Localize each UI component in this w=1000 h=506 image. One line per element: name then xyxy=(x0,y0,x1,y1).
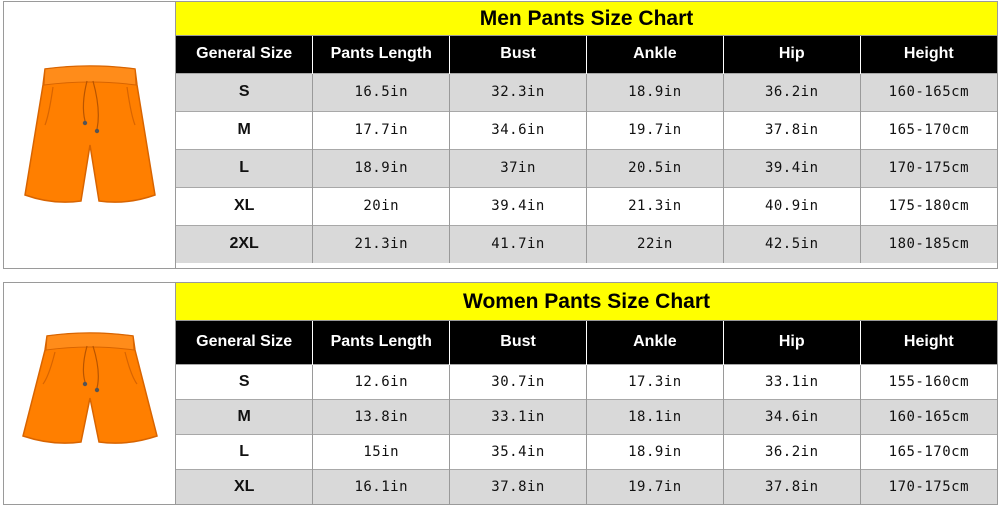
women-size-chart: Women Pants Size Chart General Size Pant… xyxy=(3,282,998,505)
bust-cell: 39.4in xyxy=(449,186,587,225)
height-cell: 180-185cm xyxy=(860,224,997,263)
ankle-cell: 17.3in xyxy=(586,363,724,399)
size-cell: XL xyxy=(176,468,314,504)
bust-cell: 35.4in xyxy=(449,433,587,469)
header-pants-length: Pants Length xyxy=(312,36,451,73)
table-row: XL 16.1in 37.8in 19.7in 37.8in 170-175cm xyxy=(176,468,997,504)
table-row: S 12.6in 30.7in 17.3in 33.1in 155-160cm xyxy=(176,363,997,399)
orange-shorts-icon xyxy=(21,331,158,444)
men-size-table: General Size Pants Length Bust Ankle Hip… xyxy=(176,36,997,263)
pants-length-cell: 13.8in xyxy=(312,398,451,434)
table-header-row: General Size Pants Length Bust Ankle Hip… xyxy=(176,36,997,73)
hip-cell: 39.4in xyxy=(723,148,861,187)
men-size-chart: Men Pants Size Chart General Size Pants … xyxy=(3,1,998,269)
table-row: S 16.5in 32.3in 18.9in 36.2in 160-165cm xyxy=(176,72,997,111)
table-row: L 18.9in 37in 20.5in 39.4in 170-175cm xyxy=(176,148,997,187)
ankle-cell: 18.9in xyxy=(586,72,724,111)
header-bust: Bust xyxy=(449,36,587,73)
header-pants-length: Pants Length xyxy=(312,321,451,364)
size-cell: M xyxy=(176,110,314,149)
height-cell: 165-170cm xyxy=(860,110,997,149)
pants-length-cell: 18.9in xyxy=(312,148,451,187)
bust-cell: 37.8in xyxy=(449,468,587,504)
pants-length-cell: 15in xyxy=(312,433,451,469)
hip-cell: 40.9in xyxy=(723,186,861,225)
hip-cell: 42.5in xyxy=(723,224,861,263)
hip-cell: 37.8in xyxy=(723,110,861,149)
pants-length-cell: 17.7in xyxy=(312,110,451,149)
men-shorts-image xyxy=(4,2,176,268)
header-height: Height xyxy=(860,36,997,73)
women-chart-title: Women Pants Size Chart xyxy=(176,283,997,321)
bust-cell: 30.7in xyxy=(449,363,587,399)
orange-shorts-icon xyxy=(23,65,156,203)
header-bust: Bust xyxy=(449,321,587,364)
pants-length-cell: 21.3in xyxy=(312,224,451,263)
pants-length-cell: 16.5in xyxy=(312,72,451,111)
table-row: M 17.7in 34.6in 19.7in 37.8in 165-170cm xyxy=(176,110,997,149)
ankle-cell: 19.7in xyxy=(586,110,724,149)
hip-cell: 33.1in xyxy=(723,363,861,399)
height-cell: 155-160cm xyxy=(860,363,997,399)
ankle-cell: 18.1in xyxy=(586,398,724,434)
ankle-cell: 20.5in xyxy=(586,148,724,187)
bust-cell: 37in xyxy=(449,148,587,187)
header-general-size: General Size xyxy=(176,321,314,364)
size-cell: S xyxy=(176,363,314,399)
hip-cell: 37.8in xyxy=(723,468,861,504)
size-cell: L xyxy=(176,148,314,187)
ankle-cell: 19.7in xyxy=(586,468,724,504)
table-row: XL 20in 39.4in 21.3in 40.9in 175-180cm xyxy=(176,186,997,225)
pants-length-cell: 16.1in xyxy=(312,468,451,504)
height-cell: 165-170cm xyxy=(860,433,997,469)
size-cell: S xyxy=(176,72,314,111)
header-ankle: Ankle xyxy=(586,321,724,364)
height-cell: 170-175cm xyxy=(860,468,997,504)
hip-cell: 34.6in xyxy=(723,398,861,434)
height-cell: 160-165cm xyxy=(860,398,997,434)
header-ankle: Ankle xyxy=(586,36,724,73)
height-cell: 160-165cm xyxy=(860,72,997,111)
bust-cell: 33.1in xyxy=(449,398,587,434)
ankle-cell: 21.3in xyxy=(586,186,724,225)
pants-length-cell: 12.6in xyxy=(312,363,451,399)
header-general-size: General Size xyxy=(176,36,314,73)
ankle-cell: 18.9in xyxy=(586,433,724,469)
size-cell: M xyxy=(176,398,314,434)
women-shorts-image xyxy=(4,283,176,504)
ankle-cell: 22in xyxy=(586,224,724,263)
hip-cell: 36.2in xyxy=(723,72,861,111)
women-table-area: Women Pants Size Chart General Size Pant… xyxy=(176,283,997,504)
women-size-table: General Size Pants Length Bust Ankle Hip… xyxy=(176,321,997,504)
height-cell: 170-175cm xyxy=(860,148,997,187)
pants-length-cell: 20in xyxy=(312,186,451,225)
hip-cell: 36.2in xyxy=(723,433,861,469)
men-chart-title: Men Pants Size Chart xyxy=(176,2,997,36)
header-hip: Hip xyxy=(723,321,861,364)
size-cell: L xyxy=(176,433,314,469)
bust-cell: 41.7in xyxy=(449,224,587,263)
men-table-area: Men Pants Size Chart General Size Pants … xyxy=(176,2,997,268)
header-hip: Hip xyxy=(723,36,861,73)
bust-cell: 34.6in xyxy=(449,110,587,149)
table-header-row: General Size Pants Length Bust Ankle Hip… xyxy=(176,321,997,364)
size-cell: 2XL xyxy=(176,224,314,263)
header-height: Height xyxy=(860,321,997,364)
height-cell: 175-180cm xyxy=(860,186,997,225)
table-row: M 13.8in 33.1in 18.1in 34.6in 160-165cm xyxy=(176,398,997,434)
table-row: 2XL 21.3in 41.7in 22in 42.5in 180-185cm xyxy=(176,224,997,263)
table-row: L 15in 35.4in 18.9in 36.2in 165-170cm xyxy=(176,433,997,469)
bust-cell: 32.3in xyxy=(449,72,587,111)
size-cell: XL xyxy=(176,186,314,225)
